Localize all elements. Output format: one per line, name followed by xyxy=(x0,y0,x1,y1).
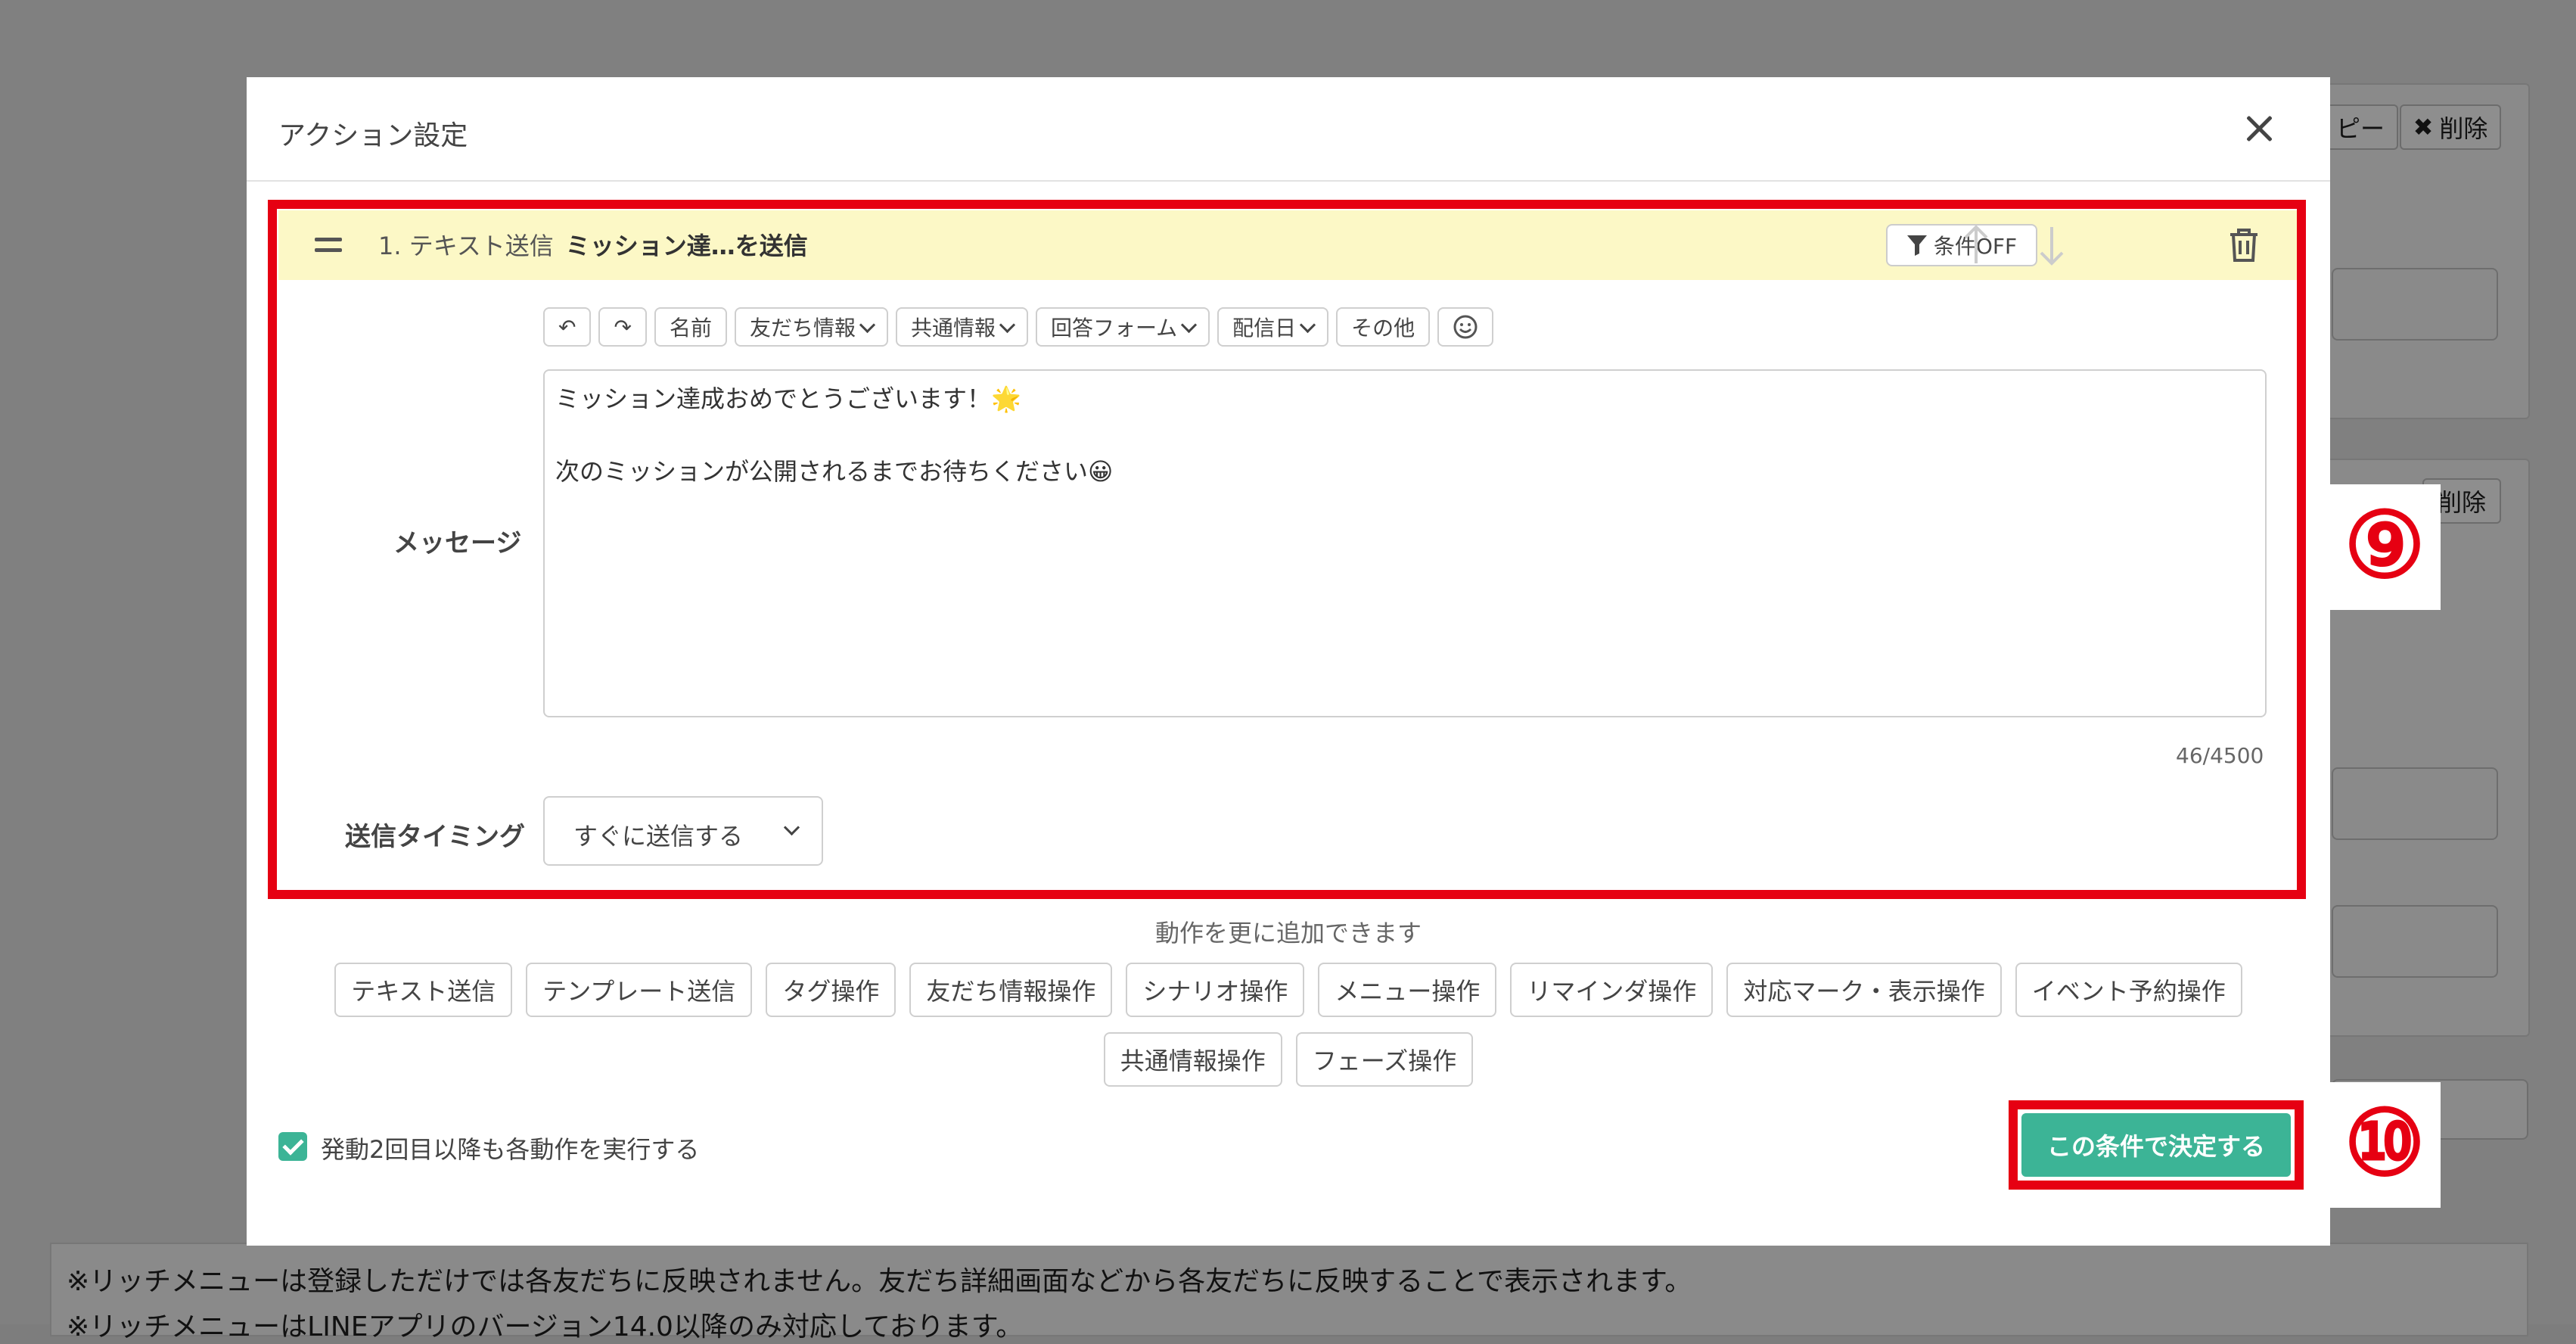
add-phase-operation-button[interactable]: フェーズ操作 xyxy=(1295,1032,1474,1087)
add-tag-operation-button[interactable]: タグ操作 xyxy=(766,963,896,1017)
add-menu-operation-button[interactable]: メニュー操作 xyxy=(1318,963,1497,1017)
add-template-send-button[interactable]: テンプレート送信 xyxy=(526,963,753,1017)
delete-button[interactable]: ✖ 削除 xyxy=(2400,104,2501,150)
repeat-actions-label: 発動2回目以降も各動作を実行する xyxy=(321,1135,700,1164)
add-text-send-button[interactable]: テキスト送信 xyxy=(334,963,513,1017)
confirm-condition-button[interactable]: この条件で決定する xyxy=(2021,1113,2291,1177)
action-type-row-2: 共通情報操作 フェーズ操作 xyxy=(247,1032,2330,1087)
x-icon: ✖ xyxy=(2413,113,2434,142)
add-more-text: 動作を更に追加できます xyxy=(1154,919,1422,947)
step-10-number: ⑩ xyxy=(2344,1090,2425,1196)
add-event-booking-operation-button[interactable]: イベント予約操作 xyxy=(2015,963,2242,1017)
step-9-number: ⑨ xyxy=(2344,492,2425,599)
add-reminder-operation-button[interactable]: リマインダ操作 xyxy=(1510,963,1714,1017)
add-shared-info-operation-button[interactable]: 共通情報操作 xyxy=(1103,1032,1282,1087)
step-10-callout: ⑩ xyxy=(2329,1082,2441,1208)
add-mark-display-operation-button[interactable]: 対応マーク・表示操作 xyxy=(1726,963,2002,1017)
add-scenario-operation-button[interactable]: シナリオ操作 xyxy=(1126,963,1305,1017)
background-input[interactable] xyxy=(2332,268,2498,341)
step-9-callout: ⑨ xyxy=(2329,484,2441,610)
action-type-row-1: テキスト送信 テンプレート送信 タグ操作 友だち情報操作 シナリオ操作 メニュー… xyxy=(247,963,2330,1017)
background-select[interactable] xyxy=(2332,905,2498,978)
repeat-actions-checkbox[interactable] xyxy=(278,1132,307,1161)
background-input-2[interactable] xyxy=(2332,767,2498,840)
copy-button[interactable]: ピー xyxy=(2323,104,2398,150)
add-friend-info-operation-button[interactable]: 友だち情報操作 xyxy=(909,963,1113,1017)
